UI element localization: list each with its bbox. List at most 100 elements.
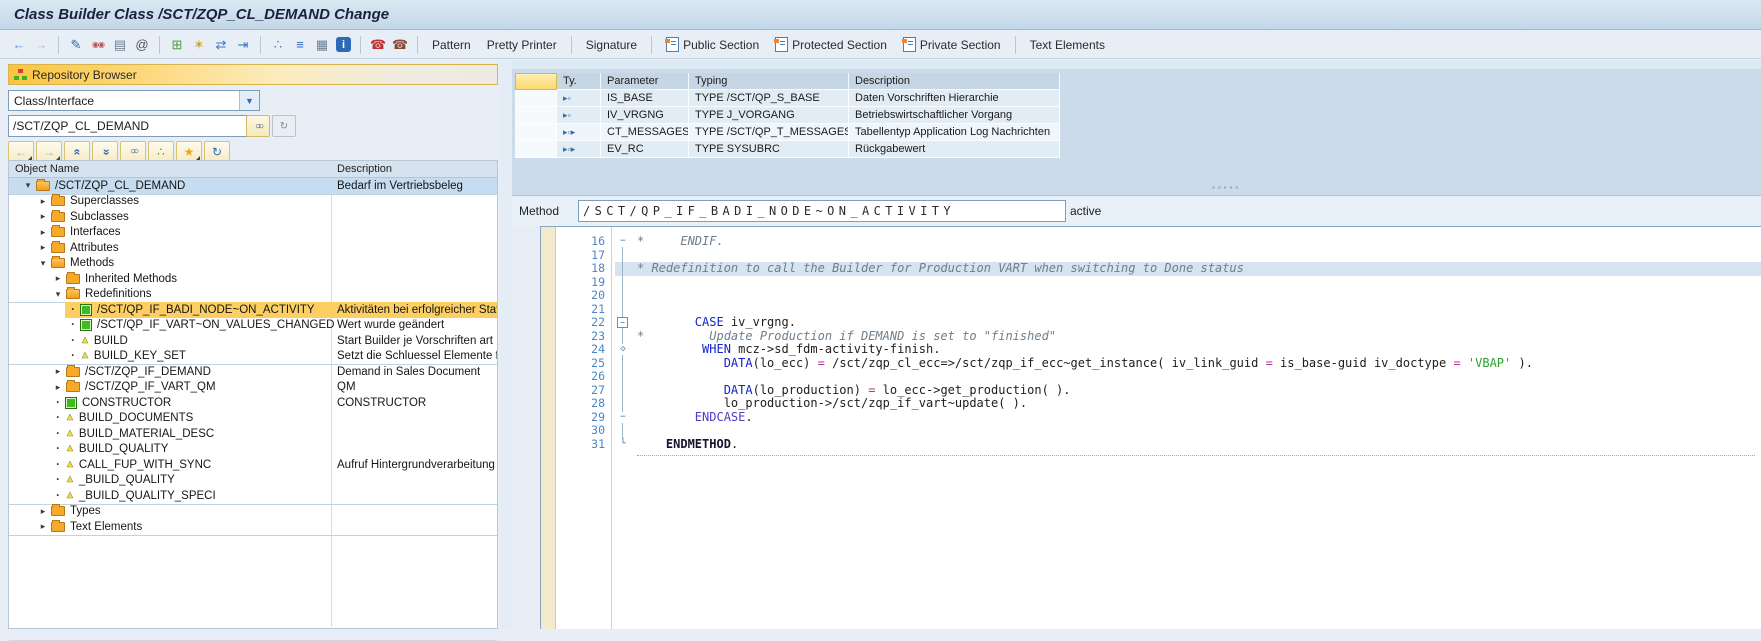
info-icon[interactable]: i [336,37,351,52]
code-line[interactable]: 20 [541,289,1761,303]
panel-splitter[interactable] [500,60,512,629]
test-icon[interactable]: ✶ [189,35,209,55]
collapse-arrow-icon[interactable]: ▾ [38,258,48,269]
code-line[interactable]: 22− CASE iv_vrgng. [541,316,1761,330]
tree-item[interactable]: ·▲BUILD_MATERIAL_DESC [9,426,497,442]
tree-item[interactable]: ·/SCT/QP_IF_BADI_NODE~ON_ACTIVITYAktivit… [9,302,497,318]
expand-arrow-icon[interactable]: ▸ [38,506,48,517]
pretty-printer-button[interactable]: Pretty Printer [479,35,565,55]
tree-item[interactable]: ·▲BUILD_DOCUMENTS [9,411,497,427]
param-column-header[interactable]: Description [849,73,1060,90]
param-column-header[interactable]: Parameter [601,73,689,90]
tree-item[interactable]: ·/SCT/QP_IF_VART~ON_VALUES_CHANGEDWert w… [9,318,497,334]
fold-toggle-icon[interactable]: − [617,236,629,247]
block-end-icon[interactable]: └ [617,439,629,450]
row-selector-cell[interactable] [515,141,557,158]
object-name-input[interactable] [8,115,252,137]
column-header-object-name[interactable]: Object Name [15,163,79,175]
param-column-header[interactable]: Ty. [557,73,601,90]
refresh-icon[interactable]: ↻ [204,141,230,162]
create-icon[interactable]: ⊞ [167,35,187,55]
code-editor[interactable]: 16−* ENDIF.1718* Redefinition to call th… [540,226,1761,629]
secondary-action-button[interactable]: ↻ [272,115,296,137]
table-corner-header[interactable] [515,73,557,90]
signature-button[interactable]: Signature [578,35,645,55]
repository-browser-header[interactable]: Repository Browser [8,64,498,85]
tree-item[interactable]: ▸Interfaces [9,225,497,241]
object-type-select[interactable]: Class/Interface ▼ [8,90,260,111]
forward-icon[interactable]: → [31,35,51,55]
collapse-all-icon[interactable]: « [64,141,90,162]
tree-item[interactable]: ·▲_BUILD_QUALITY_SPECI [9,488,497,505]
switch-users-icon[interactable]: ◉◉ [88,35,108,55]
tree-item[interactable]: ·▲BUILDStart Builder je Vorschriften art [9,333,497,349]
code-line[interactable]: 26 [541,370,1761,384]
public-section-button[interactable]: Public Section [658,34,767,55]
expand-arrow-icon[interactable]: ▸ [53,366,63,377]
code-line[interactable]: 24◇ WHEN mcz->sd_fdm-activity-finish. [541,343,1761,357]
navigate-back-icon[interactable]: ← [8,141,34,162]
tree-item[interactable]: ·▲CALL_FUP_WITH_SYNCAufruf Hintergrundve… [9,457,497,473]
tree-item[interactable]: ·▲_BUILD_QUALITY [9,473,497,489]
tree-item[interactable]: ▸Text Elements [9,519,497,536]
private-section-button[interactable]: Private Section [895,34,1009,55]
tree-item[interactable]: ▸Inherited Methods [9,271,497,287]
chevron-down-icon[interactable]: ▼ [239,91,259,110]
expand-arrow-icon[interactable]: ▸ [38,227,48,238]
tree-item[interactable]: ▸/SCT/ZQP_IF_DEMANDDemand in Sales Docum… [9,364,497,380]
collapse-arrow-icon[interactable]: ▾ [23,180,33,191]
code-line[interactable]: 28 lo_production->/sct/zqp_if_vart~updat… [541,397,1761,411]
fold-toggle-icon[interactable]: − [617,412,629,423]
display-object-list-icon[interactable]: ∴ [148,141,174,162]
tree-item[interactable]: ▾Methods [9,256,497,272]
tree-item[interactable]: ▸/SCT/ZQP_IF_VART_QMQM [9,380,497,396]
returning-parameter-icon[interactable]: ▸▫▸ [557,141,601,158]
navigate-forward-icon[interactable]: → [36,141,62,162]
object-list-icon[interactable]: ∴ [268,35,288,55]
fold-toggle-icon[interactable]: − [617,317,628,328]
find-icon[interactable]: ○○ [120,141,146,162]
code-line[interactable]: 27 DATA(lo_production) = lo_ecc->get_pro… [541,384,1761,398]
expand-arrow-icon[interactable]: ▸ [38,211,48,222]
tree-item[interactable]: ▸Types [9,504,497,520]
debug-session-icon[interactable]: ☎ [390,35,410,55]
row-selector-cell[interactable] [515,90,557,107]
column-header-description[interactable]: Description [337,163,392,175]
code-line[interactable]: 30 [541,424,1761,438]
tree-item[interactable]: ·▲BUILD_KEY_SETSetzt die Schluessel Elem… [9,349,497,366]
table-view-icon[interactable]: ▦ [312,35,332,55]
session-overview-icon[interactable]: ☎ [368,35,388,55]
expand-arrow-icon[interactable]: ▸ [38,196,48,207]
tree-item[interactable]: ·▲BUILD_QUALITY [9,442,497,458]
row-selector-cell[interactable] [515,107,557,124]
param-column-header[interactable]: Typing [689,73,849,90]
importing-parameter-icon[interactable]: ▸▫ [557,90,601,107]
importing-parameter-icon[interactable]: ▸▫ [557,107,601,124]
tree-item[interactable]: ▾Redefinitions [9,287,497,304]
execute-icon[interactable]: ⇄ [211,35,231,55]
tree-item[interactable]: ·CONSTRUCTORCONSTRUCTOR [9,395,497,411]
changing-parameter-icon[interactable]: ▸▫▸ [557,124,601,141]
code-line[interactable]: 21 [541,303,1761,317]
tree-item[interactable]: ▾/SCT/ZQP_CL_DEMANDBedarf im Vertriebsbe… [9,178,497,195]
expand-arrow-icon[interactable]: ▸ [38,242,48,253]
pattern-button[interactable]: Pattern [424,35,479,55]
favorites-icon[interactable]: ★ [176,141,202,162]
protected-section-button[interactable]: Protected Section [767,34,895,55]
code-line[interactable]: 19 [541,276,1761,290]
code-line[interactable]: 16−* ENDIF. [541,235,1761,249]
code-line[interactable]: 25 DATA(lo_ecc) = /sct/zqp_cl_ecc=>/sct/… [541,357,1761,371]
pane-splitter-handle[interactable]: ▪▪▪▪▪ [1212,183,1241,192]
expand-arrow-icon[interactable]: ▸ [38,521,48,532]
code-line[interactable]: 18* Redefinition to call the Builder for… [541,262,1761,276]
code-line[interactable]: 29− ENDCASE. [541,411,1761,425]
method-name-field[interactable] [578,200,1066,222]
tree-item[interactable]: ▸Subclasses [9,209,497,225]
tree-item[interactable]: ▸Attributes [9,240,497,256]
display-change-icon[interactable]: ✎ [66,35,86,55]
code-line[interactable]: 31└ ENDMETHOD. [541,438,1761,452]
code-line[interactable]: 17 [541,249,1761,263]
back-icon[interactable]: ← [9,35,29,55]
text-elements-button[interactable]: Text Elements [1022,35,1113,55]
tree-item[interactable]: ▸Superclasses [9,194,497,210]
